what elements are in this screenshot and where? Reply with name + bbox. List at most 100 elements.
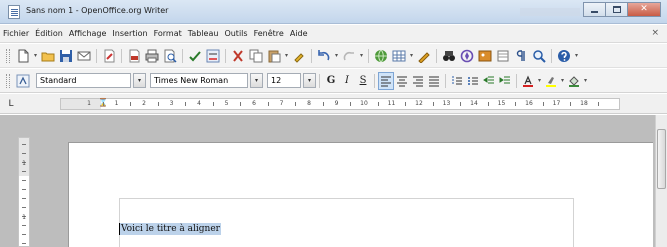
autospellcheck-icon[interactable] (204, 47, 222, 65)
table-dropdown-icon[interactable]: ▾ (408, 52, 415, 59)
toolbar-grip[interactable] (6, 73, 10, 88)
export-pdf-icon[interactable] (125, 47, 143, 65)
menu-outils[interactable]: Outils (221, 29, 250, 38)
increase-indent-button[interactable] (497, 72, 513, 90)
justify-icon (429, 76, 439, 86)
open-icon[interactable] (39, 47, 57, 65)
ruler-number: 3 (169, 100, 174, 107)
hyperlink-icon[interactable] (372, 47, 390, 65)
toolbar-separator (368, 48, 369, 63)
new-dropdown-icon[interactable]: ▾ (32, 52, 39, 59)
align-right-icon (413, 76, 423, 86)
help-icon[interactable] (555, 47, 573, 65)
toolbar-separator (436, 48, 437, 63)
highlighting-button[interactable] (543, 72, 559, 90)
navigator-icon[interactable] (458, 47, 476, 65)
redo-icon[interactable] (340, 47, 358, 65)
redo-dropdown-icon[interactable]: ▾ (358, 52, 365, 59)
underline-button[interactable]: S (355, 72, 371, 90)
ruler-tick (515, 102, 517, 106)
minimize-button[interactable] (583, 2, 605, 17)
menu-fichier[interactable]: Fichier (0, 29, 32, 38)
save-icon[interactable] (57, 47, 75, 65)
italic-button[interactable]: I (339, 72, 355, 90)
horizontal-ruler[interactable]: ⌛ 1123456789101112131415161718 (60, 98, 620, 110)
print-icon[interactable] (143, 47, 161, 65)
numbering-button[interactable] (449, 72, 465, 90)
cut-icon[interactable] (229, 47, 247, 65)
paragraph-style-dropdown-icon[interactable]: ▾ (133, 73, 146, 88)
align-left-button[interactable] (378, 71, 394, 90)
menu-fenetre[interactable]: Fenêtre (251, 29, 287, 38)
undo-icon[interactable] (315, 47, 333, 65)
font-name-value: Times New Roman (154, 76, 229, 85)
paste-dropdown-icon[interactable]: ▾ (283, 52, 290, 59)
new-document-icon[interactable] (14, 47, 32, 65)
font-color-dropdown-icon[interactable]: ▾ (536, 77, 543, 84)
toolbar-grip[interactable] (6, 48, 10, 63)
bold-button[interactable]: G (323, 72, 339, 90)
decrease-indent-button[interactable] (481, 72, 497, 90)
font-size-combo[interactable]: 12 (267, 73, 301, 88)
spellcheck-icon[interactable] (186, 47, 204, 65)
background-color-button[interactable] (566, 72, 582, 90)
menu-bar: Fichier Édition Affichage Insertion Form… (0, 25, 667, 43)
ruler-number: 1 (87, 100, 91, 107)
clone-format-icon[interactable] (290, 47, 308, 65)
font-name-combo[interactable]: Times New Roman (150, 73, 248, 88)
edit-file-icon[interactable] (100, 47, 118, 65)
font-name-dropdown-icon[interactable]: ▾ (250, 73, 263, 88)
highlighting-dropdown-icon[interactable]: ▾ (559, 77, 566, 84)
menu-aide[interactable]: Aide (287, 29, 311, 38)
draw-functions-icon[interactable] (415, 47, 433, 65)
toolbar-separator (311, 48, 312, 63)
toolbar-separator (96, 48, 97, 63)
toolbar-separator (374, 73, 375, 88)
nonprinting-chars-icon[interactable] (512, 47, 530, 65)
vertical-scrollbar[interactable] (655, 115, 667, 247)
justify-button[interactable] (426, 72, 442, 90)
menu-affichage[interactable]: Affichage (66, 29, 110, 38)
align-right-button[interactable] (410, 72, 426, 90)
selected-text[interactable]: Voici le titre à aligner (120, 223, 221, 235)
styles-formatting-icon[interactable] (14, 72, 32, 90)
menu-edition[interactable]: Édition (32, 29, 66, 38)
background-color-dropdown-icon[interactable]: ▾ (582, 77, 589, 84)
bullets-button[interactable] (465, 72, 481, 90)
menu-format[interactable]: Format (151, 29, 185, 38)
font-size-dropdown-icon[interactable]: ▾ (303, 73, 316, 88)
maximize-icon (612, 6, 621, 13)
gallery-icon[interactable] (476, 47, 494, 65)
zoom-icon[interactable] (530, 47, 548, 65)
document-page[interactable]: Voici le titre à aligner (68, 142, 653, 247)
print-preview-icon[interactable] (161, 47, 179, 65)
align-center-button[interactable] (394, 72, 410, 90)
email-icon[interactable] (75, 47, 93, 65)
align-left-icon (381, 76, 391, 86)
background-color-icon (569, 75, 579, 87)
ruler-number: 4 (197, 100, 201, 107)
maximize-button[interactable] (605, 2, 627, 17)
close-button[interactable]: ✕ (627, 2, 661, 17)
paragraph-style-combo[interactable]: Standard (36, 73, 131, 88)
toolbar-separator (182, 48, 183, 63)
paste-icon[interactable] (265, 47, 283, 65)
ruler-number: 5 (224, 100, 229, 107)
copy-icon[interactable] (247, 47, 265, 65)
menu-tableau[interactable]: Tableau (185, 29, 222, 38)
find-replace-icon[interactable] (440, 47, 458, 65)
table-icon[interactable] (390, 47, 408, 65)
title-reflection (520, 8, 580, 16)
ruler-tick (460, 102, 462, 106)
toolbar-options-icon[interactable]: ▾ (573, 52, 580, 59)
tab-type-selector[interactable]: L (6, 99, 16, 109)
menu-insertion[interactable]: Insertion (109, 29, 150, 38)
scrollbar-thumb[interactable] (657, 129, 666, 189)
datasources-icon[interactable] (494, 47, 512, 65)
vertical-ruler[interactable]: 11 (18, 137, 30, 247)
close-document-button[interactable]: × (651, 28, 659, 38)
writer-app-icon[interactable] (8, 5, 20, 19)
undo-dropdown-icon[interactable]: ▾ (333, 52, 340, 59)
font-color-button[interactable] (520, 72, 536, 90)
vertical-ruler-tick (22, 243, 26, 244)
